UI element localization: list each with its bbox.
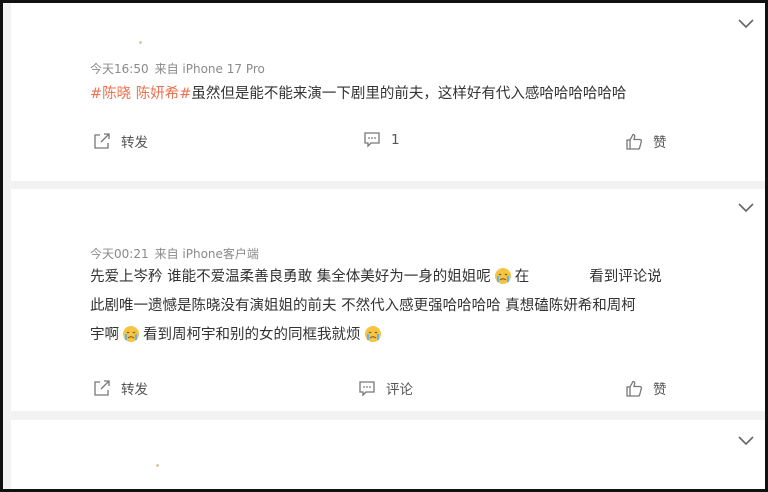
- post-body: 在: [514, 269, 530, 285]
- like-icon: [626, 133, 643, 150]
- post-card: [11, 420, 765, 489]
- feed: 今天16:50 来自 iPhone 17 Pro #陈晓 陈妍希#虽然但是能不能来…: [0, 0, 768, 492]
- comment-label: 评论: [386, 382, 413, 398]
- like-icon: [626, 380, 643, 397]
- like-button[interactable]: 赞: [625, 131, 667, 151]
- comment-button[interactable]: 评论: [358, 378, 413, 398]
- chevron-down-icon[interactable]: [737, 201, 755, 213]
- comment-icon: [364, 132, 380, 148]
- repost-label: 转发: [121, 382, 148, 398]
- repost-button[interactable]: 转发: [93, 378, 148, 398]
- like-label: 赞: [653, 135, 667, 151]
- like-button[interactable]: 赞: [625, 378, 667, 398]
- post-meta: 今天00:21 来自 iPhone客户端: [90, 245, 265, 262]
- repost-icon: [94, 379, 110, 396]
- repost-label: 转发: [121, 135, 148, 151]
- crying-emoji-icon: [494, 268, 511, 284]
- post-card: 今天16:50 来自 iPhone 17 Pro #陈晓 陈妍希#虽然但是能不能来…: [11, 3, 765, 181]
- repost-button[interactable]: 转发: [93, 131, 148, 151]
- chevron-down-icon[interactable]: [737, 17, 755, 29]
- post-body: 宇啊: [90, 327, 119, 343]
- chevron-down-icon[interactable]: [737, 434, 755, 446]
- post-card: 今天00:21 来自 iPhone客户端 先爱上岑矜 谁能不爱温柔善良勇敢 集全体…: [11, 189, 765, 411]
- crying-emoji-icon: [364, 326, 381, 342]
- post-line: 宇啊 看到周柯宇和别的女的同框我就烦: [90, 321, 760, 350]
- post-line: 先爱上岑矜 谁能不爱温柔善良勇敢 集全体美好为一身的姐姐呢 在 看到评论说: [90, 263, 760, 292]
- post-body: 看到周柯宇和别的女的同框我就烦: [143, 327, 361, 343]
- post-body: 此剧唯一遗憾是陈晓没有演姐姐的前夫 不然代入感更强哈哈哈哈 真想磕陈妍希和周柯: [90, 298, 636, 314]
- post-body: 虽然但是能不能来演一下剧里的前夫，这样好有代入感哈哈哈哈哈哈: [191, 86, 627, 102]
- post-meta: 今天16:50 来自 iPhone 17 Pro: [90, 60, 271, 77]
- post-line: 此剧唯一遗憾是陈晓没有演姐姐的前夫 不然代入感更强哈哈哈哈 真想磕陈妍希和周柯: [90, 292, 760, 321]
- post-body: 看到评论说: [589, 269, 662, 285]
- post-text: #陈晓 陈妍希#虽然但是能不能来演一下剧里的前夫，这样好有代入感哈哈哈哈哈哈: [90, 80, 760, 109]
- comment-icon: [359, 380, 375, 397]
- topic-link[interactable]: #陈晓 陈妍希#: [90, 86, 191, 102]
- post-source: 来自 iPhone客户端: [154, 247, 259, 261]
- like-label: 赞: [653, 382, 667, 398]
- comment-button[interactable]: 1: [363, 131, 400, 148]
- post-time[interactable]: 今天16:50: [90, 62, 149, 76]
- post-body: 先爱上岑矜 谁能不爱温柔善良勇敢 集全体美好为一身的姐姐呢: [90, 269, 491, 285]
- post-time[interactable]: 今天00:21: [90, 247, 149, 261]
- comment-count: 1: [391, 131, 400, 148]
- post-source: 来自 iPhone 17 Pro: [154, 62, 265, 76]
- post-text: 先爱上岑矜 谁能不爱温柔善良勇敢 集全体美好为一身的姐姐呢 在 看到评论说 此剧唯一…: [90, 263, 760, 350]
- crying-emoji-icon: [123, 326, 139, 342]
- repost-icon: [94, 132, 110, 149]
